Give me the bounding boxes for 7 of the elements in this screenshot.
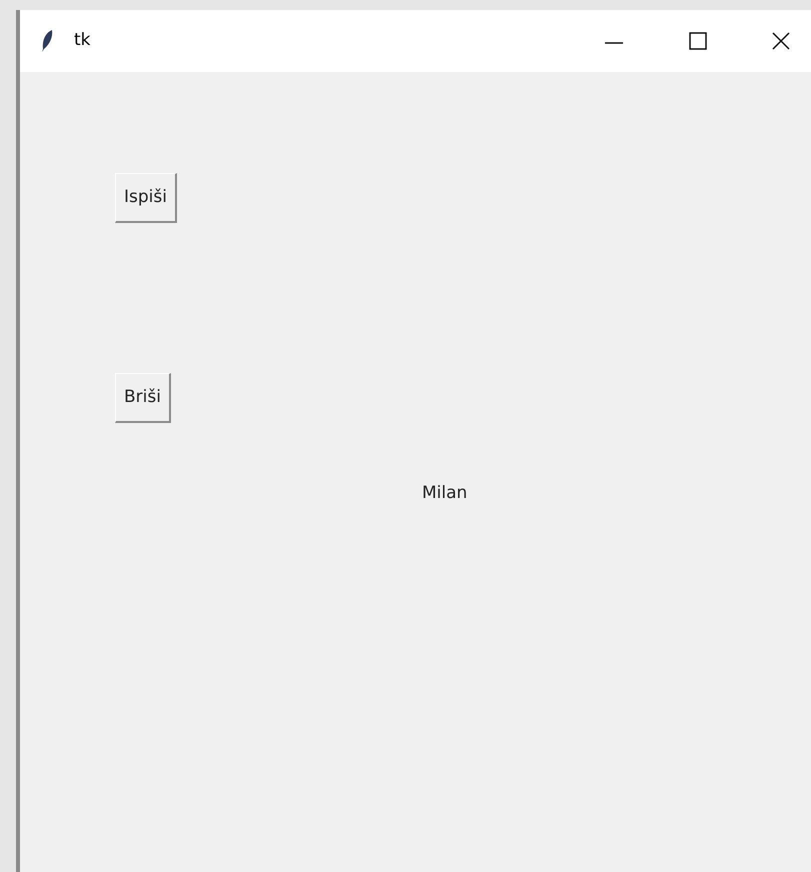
feather-icon bbox=[40, 29, 54, 53]
text-label: Milan bbox=[422, 482, 468, 505]
window-title: tk bbox=[74, 29, 91, 52]
close-icon[interactable] bbox=[771, 31, 791, 51]
button[interactable]: Briši bbox=[115, 373, 171, 423]
button[interactable]: Ispiši bbox=[115, 173, 177, 223]
maximize-icon[interactable] bbox=[688, 31, 708, 51]
